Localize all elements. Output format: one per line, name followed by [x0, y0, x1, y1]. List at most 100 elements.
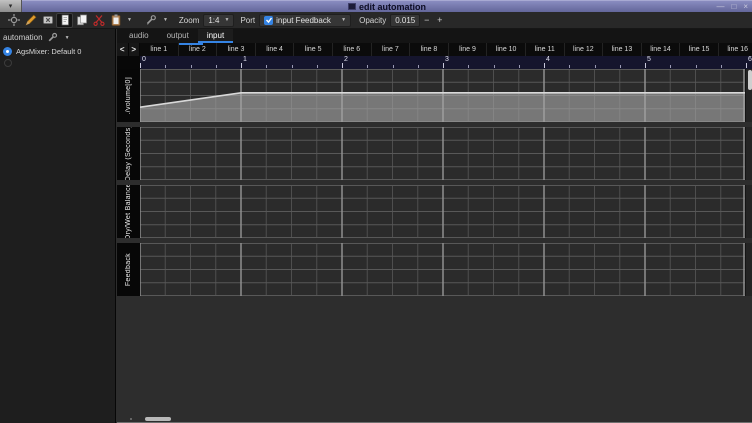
clipboard-icon	[110, 14, 122, 26]
check-icon	[265, 16, 273, 24]
close-button[interactable]: ×	[743, 2, 748, 12]
line-tab-line-3[interactable]: line 3	[217, 43, 256, 56]
ruler-tick	[544, 63, 545, 68]
position-tool-button[interactable]	[5, 13, 22, 28]
line-tab-line-9[interactable]: line 9	[449, 43, 488, 56]
opacity-decrement-button[interactable]: −	[420, 14, 433, 27]
track-vscrollbar[interactable]	[745, 185, 752, 238]
select-tool-button[interactable]	[56, 13, 73, 28]
tab-input[interactable]: input	[198, 29, 233, 43]
track-label: Feedback	[117, 243, 140, 296]
window-menu-button[interactable]: ▾	[0, 0, 22, 12]
ruler-tick	[494, 65, 495, 68]
port-dropdown-arrow: ▼	[341, 17, 346, 23]
ruler-label: 5	[647, 56, 651, 63]
empty-radio[interactable]	[4, 59, 12, 67]
vscrollbar-thumb[interactable]	[748, 70, 752, 90]
ruler-tick	[165, 65, 166, 68]
line-tab-line-11[interactable]: line 11	[526, 43, 565, 56]
machine-radio-label: AgsMixer: Default 0	[16, 47, 81, 56]
line-tab-line-5[interactable]: line 5	[294, 43, 333, 56]
line-tabs-next-button[interactable]: >	[129, 43, 141, 56]
ruler-tick	[266, 65, 267, 68]
track-vscrollbar[interactable]	[745, 127, 752, 180]
ruler-tick	[519, 65, 520, 68]
ruler-tick	[292, 65, 293, 68]
hscrollbar-dot	[130, 418, 132, 420]
line-tab-line-1[interactable]: line 1	[140, 43, 179, 56]
ruler-label: 1	[243, 56, 247, 63]
machine-radio-row[interactable]: AgsMixer: Default 0	[0, 45, 115, 58]
cut-button[interactable]	[90, 13, 107, 28]
opacity-increment-button[interactable]: +	[433, 14, 446, 27]
paste-dropdown-arrow[interactable]: ▼	[127, 17, 132, 23]
line-tab-label: line 8	[421, 46, 438, 53]
port-label: Port	[240, 16, 255, 25]
eraser-icon	[42, 14, 54, 26]
ruler-tick	[569, 65, 570, 68]
wrench-icon	[47, 32, 58, 43]
automation-grid[interactable]	[140, 127, 745, 180]
port-select[interactable]: input Feedback ▼	[259, 14, 351, 27]
window-title: edit automation	[359, 2, 426, 12]
automation-dropdown-arrow[interactable]: ▼	[65, 35, 70, 41]
track-vscrollbar[interactable]	[745, 69, 752, 122]
toolbar: ▼ ▼ Zoom 1:4 ▼ Port input Feedback ▼ Opa…	[0, 12, 752, 29]
pencil-icon	[25, 14, 37, 26]
automation-grid[interactable]	[140, 69, 745, 122]
ruler-tick	[317, 65, 318, 68]
select-icon	[59, 14, 71, 26]
ruler-tick	[443, 63, 444, 68]
copy-button[interactable]	[73, 13, 90, 28]
hscrollbar-thumb[interactable]	[145, 417, 171, 421]
line-tab-line-13[interactable]: line 13	[603, 43, 642, 56]
tool-menu-dropdown-arrow[interactable]: ▼	[163, 17, 168, 23]
edit-tool-button[interactable]	[22, 13, 39, 28]
line-tab-line-15[interactable]: line 15	[680, 43, 719, 56]
grid-svg	[140, 243, 745, 296]
minimize-button[interactable]: —	[716, 2, 724, 12]
clear-tool-button[interactable]	[39, 13, 56, 28]
track-label-text: Dry/Wet Balance	[125, 185, 132, 238]
automation-track: Feedback	[117, 243, 752, 296]
port-checkbox[interactable]	[264, 16, 273, 25]
tab-output[interactable]: output	[158, 29, 198, 43]
track-label-text: ./volume[0]	[125, 77, 132, 115]
ruler-label: 4	[546, 56, 550, 63]
automation-grid[interactable]	[140, 243, 745, 296]
line-tab-line-7[interactable]: line 7	[372, 43, 411, 56]
automation-grid[interactable]	[140, 185, 745, 238]
line-tab-line-10[interactable]: line 10	[487, 43, 526, 56]
automation-label: automation	[3, 33, 43, 42]
line-tab-label: line 5	[305, 46, 322, 53]
automation-tool-menu-button[interactable]	[143, 13, 160, 28]
titlebar-drag-area[interactable]: edit automation — □ ×	[22, 0, 752, 12]
line-tab-line-12[interactable]: line 12	[565, 43, 604, 56]
line-tab-line-2[interactable]: line 2	[179, 43, 218, 56]
track-vscrollbar[interactable]	[745, 243, 752, 296]
line-tab-line-14[interactable]: line 14	[642, 43, 681, 56]
line-tab-line-8[interactable]: line 8	[410, 43, 449, 56]
track-label-text: Delay (Seconds)	[125, 127, 132, 180]
tab-audio[interactable]: audio	[120, 29, 158, 43]
maximize-button[interactable]: □	[731, 2, 736, 12]
zoom-select[interactable]: 1:4 ▼	[203, 14, 234, 27]
ruler-label: 6	[748, 56, 752, 63]
line-tab-label: line 1	[150, 46, 167, 53]
position-ruler[interactable]: 0123456	[140, 56, 752, 69]
line-tab-line-6[interactable]: line 6	[333, 43, 372, 56]
ruler-tick	[645, 63, 646, 68]
paste-button[interactable]	[107, 13, 124, 28]
track-label: ./volume[0]	[117, 69, 140, 122]
line-tab-line-4[interactable]: line 4	[256, 43, 295, 56]
grid-svg	[140, 185, 745, 238]
opacity-input[interactable]: 0.015	[390, 14, 420, 27]
ruler-tick	[241, 63, 242, 68]
copy-icon	[76, 14, 88, 26]
line-tab-label: line 12	[573, 46, 594, 53]
line-tab-line-16[interactable]: line 16	[719, 43, 752, 56]
machine-radio[interactable]	[3, 47, 12, 56]
line-tabs-prev-button[interactable]: <	[117, 43, 129, 56]
scissors-icon	[93, 14, 105, 26]
titlebar: ▾ edit automation — □ ×	[0, 0, 752, 12]
